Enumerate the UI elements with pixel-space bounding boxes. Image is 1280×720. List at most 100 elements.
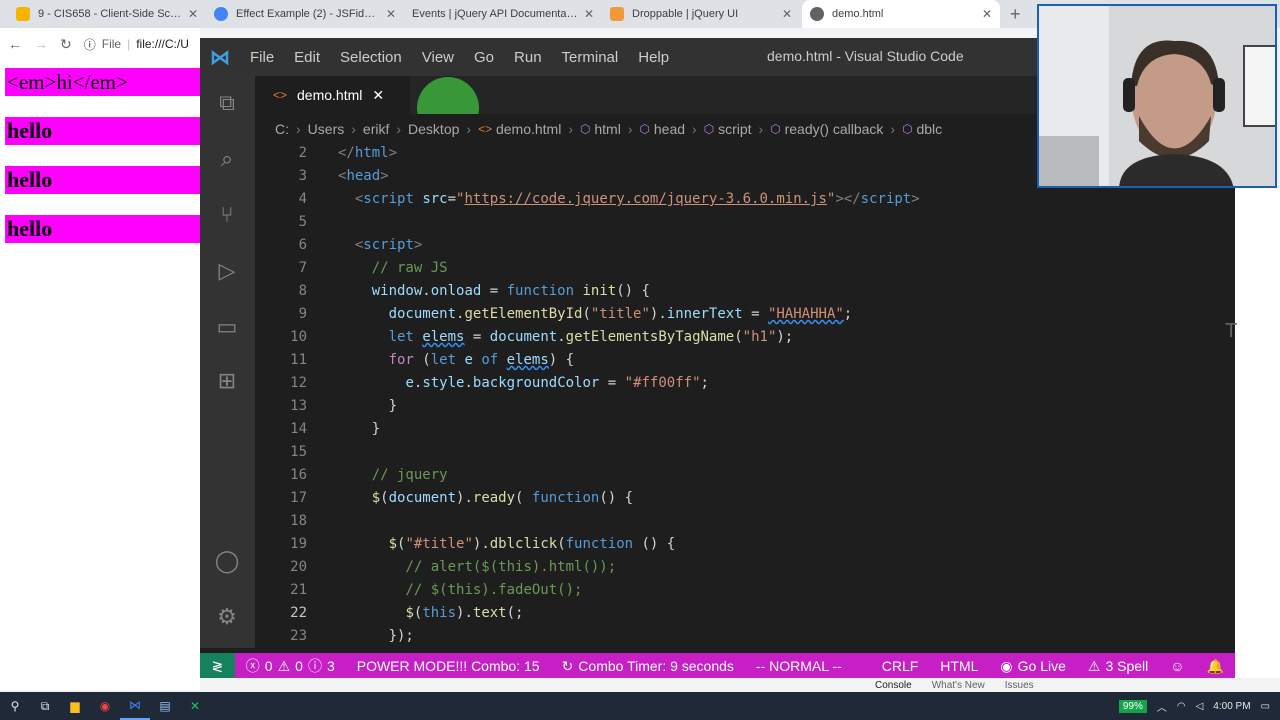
code-line: 7 // raw JS bbox=[298, 260, 448, 276]
back-icon[interactable]: ← bbox=[8, 36, 22, 52]
jquery-ui-icon bbox=[610, 7, 624, 21]
language-selector[interactable]: HTML bbox=[929, 658, 989, 674]
notification-center-icon[interactable]: ▭ bbox=[1261, 701, 1270, 712]
menu-help[interactable]: Help bbox=[628, 49, 679, 66]
breadcrumb-drive[interactable]: C: bbox=[275, 121, 289, 137]
remote-icon[interactable]: ≷ bbox=[200, 653, 235, 678]
menu-view[interactable]: View bbox=[412, 49, 464, 66]
forward-icon[interactable]: → bbox=[34, 36, 48, 52]
excel-icon[interactable]: ✕ bbox=[180, 692, 210, 720]
reload-icon[interactable]: ↻ bbox=[60, 36, 72, 53]
menu-run[interactable]: Run bbox=[504, 49, 552, 66]
source-control-icon[interactable]: ⑂ bbox=[212, 200, 242, 230]
status-bar: ≷ ⓧ 0 ⚠ 0 ⓘ 3 POWER MODE!!! Combo: 15 ↻ Comb… bbox=[200, 653, 1235, 678]
close-icon[interactable]: ✕ bbox=[372, 87, 384, 104]
breadcrumb-head[interactable]: head bbox=[654, 121, 685, 137]
page-heading: hello bbox=[5, 166, 200, 194]
page-heading-title[interactable]: <em>hi</em> bbox=[5, 68, 200, 96]
eol-selector[interactable]: CRLF bbox=[871, 658, 930, 674]
breadcrumb-script[interactable]: script bbox=[718, 121, 751, 137]
close-icon[interactable]: ✕ bbox=[188, 7, 198, 21]
close-icon[interactable]: ✕ bbox=[584, 7, 594, 21]
tab-issues[interactable]: Issues bbox=[1005, 680, 1034, 691]
menu-go[interactable]: Go bbox=[464, 49, 504, 66]
text-tool-icon[interactable]: T bbox=[1225, 320, 1237, 343]
code-line: 5 bbox=[298, 214, 307, 230]
info-icon: ⓘ bbox=[307, 658, 322, 674]
breadcrumb-erikf[interactable]: erikf bbox=[363, 121, 389, 137]
vscode-taskbar-icon[interactable]: ⋈ bbox=[120, 692, 150, 720]
code-line: 6 <script> bbox=[298, 237, 423, 253]
code-line: 13 } bbox=[290, 398, 398, 414]
clock[interactable]: 4:00 PM bbox=[1213, 701, 1250, 712]
feedback-icon[interactable]: ☺ bbox=[1159, 658, 1195, 674]
close-icon[interactable]: ✕ bbox=[782, 7, 792, 21]
browser-tab-4[interactable]: Droppable | jQuery UI ✕ bbox=[602, 0, 800, 28]
menu-selection[interactable]: Selection bbox=[330, 49, 412, 66]
code-line: 17 $(document).ready( function() { bbox=[290, 490, 634, 506]
breadcrumb-dblclick[interactable]: dblc bbox=[916, 121, 942, 137]
notifications-icon[interactable]: 🔔 bbox=[1196, 658, 1235, 675]
browser-tab-2[interactable]: Effect Example (2) - JSFiddle - Co ✕ bbox=[206, 0, 404, 28]
go-live-button[interactable]: ◉ Go Live bbox=[989, 658, 1076, 675]
editor-tab-demo-html[interactable]: <> demo.html ✕ bbox=[255, 76, 410, 114]
code-line: 12 e.style.backgroundColor = "#ff00ff"; bbox=[290, 375, 709, 391]
code-line: 15 bbox=[290, 444, 307, 460]
battery-indicator[interactable]: 99% bbox=[1118, 699, 1147, 713]
breadcrumb-html[interactable]: html bbox=[594, 121, 620, 137]
explorer-icon[interactable]: ⧉ bbox=[212, 88, 242, 118]
url-bar[interactable]: ⓘ File | file:///C:/U bbox=[84, 36, 189, 53]
account-icon[interactable]: ◯ bbox=[212, 546, 242, 576]
spell-check-status[interactable]: ⚠ 3 Spell bbox=[1077, 658, 1159, 675]
task-view-icon[interactable]: ⧉ bbox=[30, 692, 60, 720]
breadcrumb-desktop[interactable]: Desktop bbox=[408, 121, 459, 137]
code-line: 20 // alert($(this).html()); bbox=[290, 559, 617, 575]
page-heading: hello bbox=[5, 117, 200, 145]
menu-edit[interactable]: Edit bbox=[284, 49, 330, 66]
html-file-icon: <> bbox=[273, 88, 288, 102]
browser-page: <em>hi</em> hello hello hello bbox=[0, 60, 200, 690]
remote-explorer-icon[interactable]: ▭ bbox=[212, 312, 242, 342]
wifi-icon[interactable]: ◠ bbox=[1177, 701, 1186, 712]
code-editor[interactable]: 2 </html> 3 <head> 4 <script src="https://… bbox=[255, 144, 1235, 648]
vscode-logo-icon: ⋈ bbox=[210, 46, 230, 69]
breadcrumb-file[interactable]: demo.html bbox=[496, 121, 561, 137]
browser-tab-3[interactable]: Events | jQuery API Documentation ✕ bbox=[404, 0, 602, 28]
editor-tab-label: demo.html bbox=[297, 87, 363, 103]
search-icon[interactable]: ⌕ bbox=[212, 144, 242, 174]
combo-timer-status: ↻ Combo Timer: 9 seconds bbox=[561, 657, 734, 675]
tab-label: Events | jQuery API Documentation bbox=[412, 8, 578, 20]
breadcrumb-users[interactable]: Users bbox=[308, 121, 345, 137]
code-line: 21 // $(this).fadeOut(); bbox=[290, 582, 583, 598]
webcam-feed bbox=[1039, 6, 1275, 186]
broadcast-icon: ◉ bbox=[1000, 657, 1013, 674]
system-tray: 99% ︿ ◠ ◁ 4:00 PM ▭ bbox=[1118, 692, 1270, 720]
run-debug-icon[interactable]: ▷ bbox=[212, 256, 242, 286]
menu-terminal[interactable]: Terminal bbox=[552, 49, 629, 66]
menu-file[interactable]: File bbox=[240, 49, 284, 66]
warning-icon: ⚠ bbox=[1087, 657, 1101, 674]
new-tab-icon[interactable]: + bbox=[1010, 4, 1021, 25]
chevron-up-icon[interactable]: ︿ bbox=[1157, 699, 1167, 714]
close-icon[interactable]: ✕ bbox=[386, 7, 396, 21]
search-icon[interactable]: ⚲ bbox=[0, 692, 30, 720]
breadcrumb-ready-callback[interactable]: ready() callback bbox=[785, 121, 884, 137]
file-explorer-icon[interactable]: ▆ bbox=[60, 692, 90, 720]
tab-whats-new[interactable]: What's New bbox=[932, 680, 985, 691]
problems-indicator[interactable]: ⓧ 0 ⚠ 0 ⓘ 3 bbox=[235, 656, 346, 676]
close-icon[interactable]: ✕ bbox=[982, 7, 992, 21]
notepad-icon[interactable]: ▤ bbox=[150, 692, 180, 720]
vim-mode-status: -- NORMAL -- bbox=[755, 658, 842, 674]
code-line: 11 for (let e of elems) { bbox=[290, 352, 575, 368]
browser-tab-5[interactable]: demo.html ✕ bbox=[802, 0, 1000, 28]
browser-tab-1[interactable]: 9 - CIS658 - Client-Side Scripting ✕ bbox=[8, 0, 206, 28]
timer-icon: ↻ bbox=[561, 657, 574, 674]
gear-icon[interactable]: ⚙ bbox=[212, 602, 242, 632]
tab-console[interactable]: Console bbox=[875, 680, 912, 691]
code-line: 4 <script src="https://code.jquery.com/j… bbox=[298, 191, 920, 207]
code-line: 9 document.getElementById("title").inner… bbox=[298, 306, 853, 322]
chrome-icon[interactable]: ◉ bbox=[90, 692, 120, 720]
taskbar: ⚲ ⧉ ▆ ◉ ⋈ ▤ ✕ 99% ︿ ◠ ◁ 4:00 PM ▭ bbox=[0, 692, 1280, 720]
volume-icon[interactable]: ◁ bbox=[1196, 701, 1204, 712]
extensions-icon[interactable]: ⊞ bbox=[212, 366, 242, 396]
